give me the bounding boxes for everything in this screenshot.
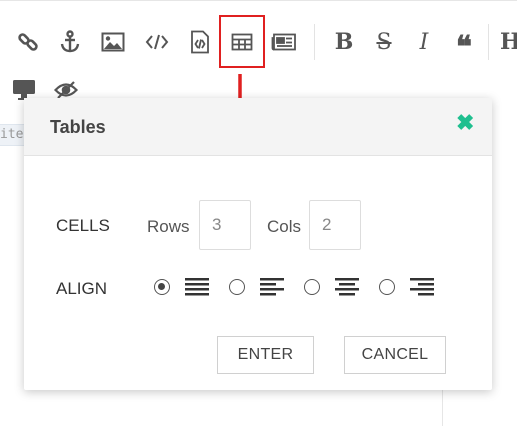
toolbar-separator <box>314 24 315 60</box>
align-label: ALIGN <box>56 279 108 298</box>
close-icon[interactable]: ✖ <box>456 112 474 134</box>
enter-button[interactable]: ENTER <box>217 336 314 374</box>
cells-label: CELLS <box>56 216 110 235</box>
align-right-radio[interactable] <box>379 279 395 295</box>
rows-label: Rows <box>147 217 190 236</box>
align-center-radio[interactable] <box>304 279 320 295</box>
dialog-title: Tables <box>50 117 106 137</box>
align-justify-radio[interactable] <box>154 279 170 295</box>
anchor-icon[interactable] <box>54 26 86 58</box>
tables-dialog: Tables ✖ CELLS Rows Cols ALIGN ENTER CAN… <box>24 98 492 390</box>
dialog-header: Tables ✖ <box>24 98 492 156</box>
code-icon[interactable] <box>141 26 173 58</box>
link-icon[interactable] <box>12 26 44 58</box>
toolbar-separator <box>488 24 489 60</box>
rows-input[interactable] <box>199 200 251 250</box>
cols-label: Cols <box>267 217 302 236</box>
cancel-button[interactable]: CANCEL <box>344 336 446 374</box>
editor-divider <box>442 390 443 426</box>
code-file-icon[interactable] <box>184 26 216 58</box>
align-center-icon <box>335 278 359 296</box>
top-border <box>0 0 517 1</box>
cols-input[interactable] <box>309 200 361 250</box>
table-button-highlight <box>219 15 265 68</box>
align-right-icon <box>410 278 434 296</box>
heading-icon[interactable]: H <box>500 26 517 58</box>
align-justify-icon <box>185 278 209 296</box>
align-left-icon <box>260 278 284 296</box>
image-icon[interactable] <box>97 26 129 58</box>
editor-text-fragment: ite <box>0 124 26 146</box>
quote-icon[interactable]: ❝ <box>448 26 480 65</box>
bold-icon[interactable]: B <box>328 26 360 58</box>
newspaper-icon[interactable] <box>268 26 300 58</box>
italic-icon[interactable]: I <box>408 26 440 58</box>
align-left-radio[interactable] <box>229 279 245 295</box>
strikethrough-icon[interactable]: S <box>368 26 400 58</box>
